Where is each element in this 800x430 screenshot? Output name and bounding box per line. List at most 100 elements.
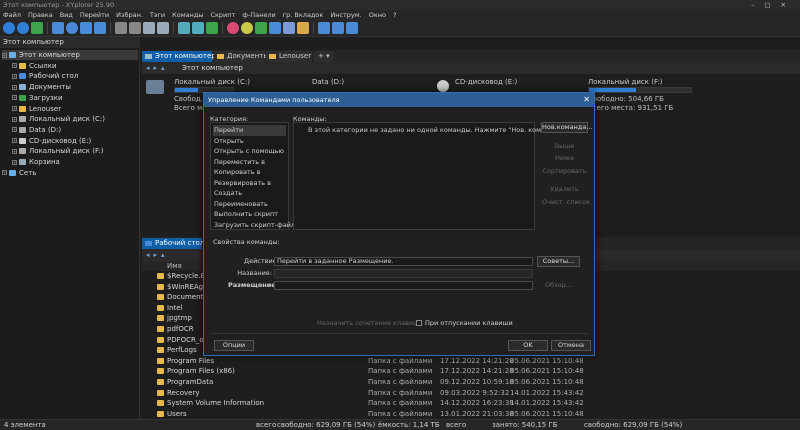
expand-icon[interactable]: + <box>2 170 7 176</box>
move-up-button[interactable]: Выше <box>541 141 588 152</box>
table-row[interactable]: Users Папка с файлами 13.01.2022 21:03:38 0… <box>142 409 800 419</box>
tree-item[interactable]: + Рабочий стол <box>12 71 138 81</box>
home-icon[interactable] <box>52 22 64 34</box>
table-row[interactable]: ProgramData Папка с файлами 09.12.2022 10:… <box>142 377 800 387</box>
panel-icon[interactable] <box>269 22 281 34</box>
table-row[interactable]: Program Files (x86) Папка с файлами 17.12.… <box>142 366 800 376</box>
expand-icon[interactable]: + <box>12 63 17 69</box>
tree-item[interactable]: + CD-дисковод (E:) <box>12 136 138 146</box>
target-icon[interactable] <box>227 22 239 34</box>
upper-address-bar[interactable]: ◂▸▴ Этот компьютер <box>142 62 800 74</box>
moon-icon[interactable] <box>241 22 253 34</box>
name-field[interactable] <box>274 269 533 278</box>
expand-icon[interactable]: + <box>12 73 17 79</box>
menu-item[interactable]: Файл <box>3 10 21 20</box>
tree-icon[interactable] <box>255 22 267 34</box>
search-icon[interactable] <box>80 22 92 34</box>
redo-icon[interactable] <box>157 22 169 34</box>
menu-item[interactable]: ф-Панели <box>242 10 275 20</box>
clear-list-button[interactable]: Очист. список <box>541 197 590 208</box>
new-tab-button[interactable]: + ▾ <box>314 51 334 62</box>
refresh-icon[interactable] <box>66 22 78 34</box>
cancel-button[interactable]: Отмена <box>551 340 591 351</box>
tools-icon[interactable] <box>346 22 358 34</box>
ok-button[interactable]: OK <box>508 340 548 351</box>
paste-icon[interactable] <box>129 22 141 34</box>
action-field[interactable]: Перейти в заданное Размещение. <box>274 257 533 266</box>
tree-item[interactable]: + Этот компьютер <box>2 50 138 60</box>
tree-item[interactable]: + Загрузки <box>12 93 138 103</box>
category-item[interactable]: Создать <box>213 188 242 199</box>
categories-list[interactable]: Перейти Открыть Открыть с помощью Перемести… <box>210 122 295 230</box>
tree-item[interactable]: + Документы <box>12 82 138 92</box>
tab-lenouser[interactable]: Lenouser <box>266 51 312 62</box>
menu-item[interactable]: Скрипт <box>210 10 235 20</box>
category-item[interactable]: Открыть с помощью <box>213 146 284 157</box>
category-item[interactable]: Переместить в <box>213 157 265 168</box>
menu-item[interactable]: Правка <box>28 10 53 20</box>
menu-item[interactable]: Вид <box>60 10 73 20</box>
tab-this-computer[interactable]: Этот компьютер <box>142 51 216 62</box>
copy-icon[interactable] <box>115 22 127 34</box>
expand-icon[interactable]: + <box>12 95 17 101</box>
expand-icon[interactable]: + <box>12 106 17 111</box>
tree-item[interactable]: + Локальный диск (F:) <box>12 146 138 156</box>
tree-item[interactable]: + Ссылки <box>12 61 138 71</box>
move-down-button[interactable]: Ниже <box>541 153 588 164</box>
layout-icon[interactable] <box>318 22 330 34</box>
commands-list[interactable]: В этой категории не задано ни одной кома… <box>293 122 567 230</box>
tree-item[interactable]: + Сеть <box>2 168 138 178</box>
back-icon[interactable] <box>3 22 15 34</box>
category-item[interactable]: Перейти <box>213 125 286 136</box>
expand-icon[interactable]: + <box>12 84 17 90</box>
table-row[interactable]: System Volume Information Папка с файлами… <box>142 398 800 408</box>
category-item[interactable]: Выполнить скрипт <box>213 209 278 220</box>
assign-hotkey-button[interactable]: Назначить сочетание клавиш... <box>316 318 425 329</box>
tab-desktop[interactable]: Рабочий стол <box>142 238 204 249</box>
expand-icon[interactable]: + <box>12 148 17 154</box>
dual-pane-icon[interactable] <box>332 22 344 34</box>
expand-icon[interactable]: + <box>2 52 7 58</box>
menu-item[interactable]: ? <box>393 10 396 20</box>
window-controls[interactable]: –□✕ <box>751 0 796 10</box>
menu-item[interactable]: Тэги <box>150 10 165 20</box>
tab-documents[interactable]: Документы <box>214 51 269 62</box>
category-item[interactable]: Открыть <box>213 136 244 147</box>
checkbox-icon[interactable] <box>206 22 218 34</box>
release-key-checkbox[interactable] <box>416 320 422 326</box>
forward-icon[interactable] <box>17 22 29 34</box>
up-icon[interactable] <box>31 22 43 34</box>
browse-button[interactable]: Обзор... <box>537 280 580 291</box>
new-command-button[interactable]: Нов.команда... <box>541 122 592 133</box>
expand-icon[interactable]: + <box>12 116 17 122</box>
expand-icon[interactable]: + <box>12 127 17 133</box>
find-icon[interactable] <box>94 22 106 34</box>
menu-item[interactable]: Окно <box>369 10 386 20</box>
settings-icon[interactable] <box>283 22 295 34</box>
table-row[interactable]: Program Files Папка с файлами 17.12.2022 1… <box>142 356 800 366</box>
menu-item[interactable]: Команды <box>172 10 203 20</box>
expand-icon[interactable]: + <box>12 138 17 144</box>
menu-item[interactable]: Избран. <box>116 10 143 20</box>
settings-button[interactable]: Советы... <box>537 256 580 267</box>
sort-button[interactable]: Сортировать <box>541 166 588 177</box>
nav-arrows-icon[interactable]: ◂▸▴ <box>146 62 169 74</box>
location-field[interactable] <box>274 281 533 290</box>
menu-item[interactable]: Перейти <box>80 10 109 20</box>
category-item[interactable]: Резервировать в <box>213 178 271 189</box>
options-button[interactable]: Опции <box>214 340 254 351</box>
brush-icon[interactable] <box>297 22 309 34</box>
category-item[interactable]: Загрузить скрипт-файл <box>213 220 295 231</box>
category-item[interactable]: Копировать в <box>213 167 261 178</box>
close-icon[interactable]: ✕ <box>583 93 590 107</box>
tree-item[interactable]: + Lenouser <box>12 104 138 114</box>
expand-icon[interactable]: + <box>12 159 17 165</box>
menu-item[interactable]: Инструм. <box>330 10 361 20</box>
category-item[interactable]: Переименовать <box>213 199 268 210</box>
funnel-icon[interactable] <box>192 22 204 34</box>
tree-item[interactable]: + Корзина <box>12 157 138 167</box>
filter-icon[interactable] <box>178 22 190 34</box>
menu-item[interactable]: гр. Вкладок <box>283 10 324 20</box>
undo-icon[interactable] <box>143 22 155 34</box>
delete-button[interactable]: Удалить <box>541 184 588 195</box>
